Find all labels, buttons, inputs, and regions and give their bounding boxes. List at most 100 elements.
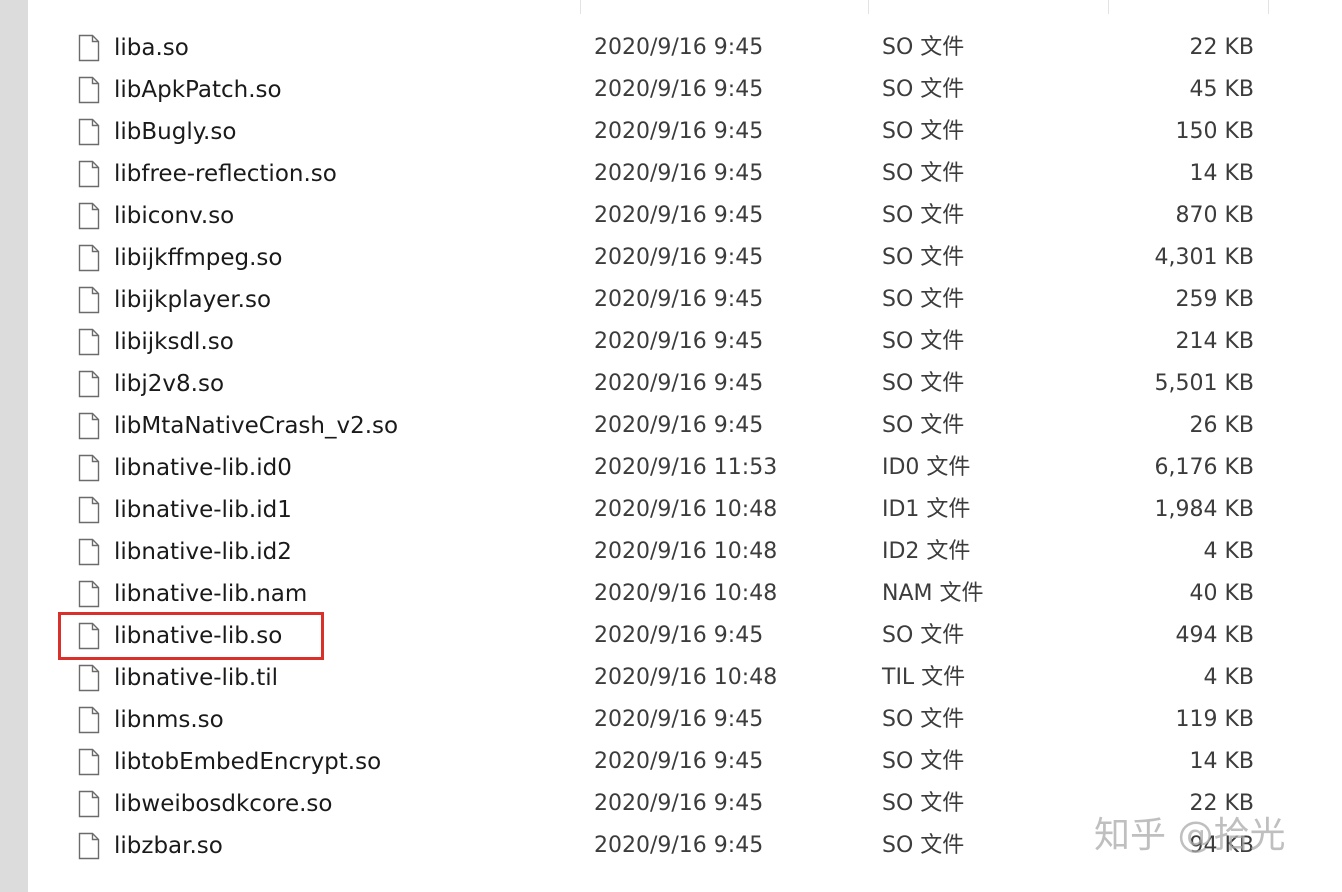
file-name: libnative-lib.til — [114, 665, 279, 691]
file-date-modified: 2020/9/16 9:45 — [594, 833, 764, 858]
file-date-modified: 2020/9/16 9:45 — [594, 413, 764, 438]
file-icon — [78, 580, 100, 608]
file-type: SO 文件 — [882, 35, 965, 60]
file-type: ID1 文件 — [882, 497, 971, 522]
file-name: libnative-lib.id1 — [114, 497, 292, 523]
file-size: 4,301 KB — [1154, 245, 1255, 270]
file-size: 26 KB — [1189, 413, 1254, 438]
file-name: libBugly.so — [114, 119, 237, 145]
file-name: libnative-lib.id0 — [114, 455, 292, 481]
file-list: liba.so 2020/9/16 9:45 SO 文件 22 KB libApkPat… — [28, 28, 1328, 868]
file-type: SO 文件 — [882, 119, 965, 144]
file-date-modified: 2020/9/16 9:45 — [594, 203, 764, 228]
file-type: ID2 文件 — [882, 539, 971, 564]
file-type: SO 文件 — [882, 623, 965, 648]
file-icon — [78, 118, 100, 146]
file-row[interactable]: libnative-lib.id0 2020/9/16 11:53 ID0 文件 6,… — [28, 448, 1328, 490]
file-date-modified: 2020/9/16 9:45 — [594, 749, 764, 774]
column-divider-date[interactable] — [580, 0, 581, 14]
column-divider-end[interactable] — [1268, 0, 1269, 14]
file-row[interactable]: libApkPatch.so 2020/9/16 9:45 SO 文件 45 KB — [28, 70, 1328, 112]
file-name: libijkplayer.so — [114, 287, 272, 313]
file-size: 1,984 KB — [1154, 497, 1255, 522]
file-name: libweibosdkcore.so — [114, 791, 333, 817]
file-name: libiconv.so — [114, 203, 235, 229]
file-icon — [78, 538, 100, 566]
file-row[interactable]: libnms.so 2020/9/16 9:45 SO 文件 119 KB — [28, 700, 1328, 742]
file-name: libnative-lib.nam — [114, 581, 308, 607]
file-date-modified: 2020/9/16 9:45 — [594, 707, 764, 732]
file-icon — [78, 790, 100, 818]
file-size: 22 KB — [1189, 35, 1254, 60]
file-type: SO 文件 — [882, 161, 965, 186]
column-header-bar[interactable] — [28, 0, 1342, 14]
file-date-modified: 2020/9/16 9:45 — [594, 623, 764, 648]
file-icon — [78, 706, 100, 734]
file-name: libApkPatch.so — [114, 77, 282, 103]
file-row[interactable]: libiconv.so 2020/9/16 9:45 SO 文件 870 KB — [28, 196, 1328, 238]
file-row[interactable]: libnative-lib.id2 2020/9/16 10:48 ID2 文件 4 … — [28, 532, 1328, 574]
file-icon — [78, 160, 100, 188]
file-row[interactable]: libnative-lib.id1 2020/9/16 10:48 ID1 文件 1,… — [28, 490, 1328, 532]
file-type: SO 文件 — [882, 833, 965, 858]
file-row[interactable]: libijkffmpeg.so 2020/9/16 9:45 SO 文件 4,301 … — [28, 238, 1328, 280]
file-icon — [78, 202, 100, 230]
file-date-modified: 2020/9/16 10:48 — [594, 665, 778, 690]
file-icon — [78, 76, 100, 104]
file-icon — [78, 832, 100, 860]
file-name: libnms.so — [114, 707, 224, 733]
file-type: SO 文件 — [882, 749, 965, 774]
file-row[interactable]: libMtaNativeCrash_v2.so 2020/9/16 9:45 SO … — [28, 406, 1328, 448]
file-size: 14 KB — [1189, 161, 1254, 186]
file-icon — [78, 34, 100, 62]
file-icon — [78, 454, 100, 482]
file-row[interactable]: libnative-lib.til 2020/9/16 10:48 TIL 文件 4 … — [28, 658, 1328, 700]
file-row[interactable]: libijksdl.so 2020/9/16 9:45 SO 文件 214 KB — [28, 322, 1328, 364]
file-size: 150 KB — [1175, 119, 1254, 144]
file-row[interactable]: liba.so 2020/9/16 9:45 SO 文件 22 KB — [28, 28, 1328, 70]
file-date-modified: 2020/9/16 10:48 — [594, 539, 778, 564]
highlight-annotation-box — [58, 612, 324, 660]
file-icon — [78, 328, 100, 356]
file-name: libijkffmpeg.so — [114, 245, 283, 271]
left-panel-edge — [0, 0, 28, 892]
file-name: libfree-reflection.so — [114, 161, 337, 187]
file-date-modified: 2020/9/16 9:45 — [594, 245, 764, 270]
file-row[interactable]: libijkplayer.so 2020/9/16 9:45 SO 文件 259 KB — [28, 280, 1328, 322]
file-name: libMtaNativeCrash_v2.so — [114, 413, 399, 439]
file-icon — [78, 370, 100, 398]
file-type: NAM 文件 — [882, 581, 984, 606]
file-size: 45 KB — [1189, 77, 1254, 102]
file-size: 214 KB — [1175, 329, 1254, 354]
file-type: ID0 文件 — [882, 455, 971, 480]
file-date-modified: 2020/9/16 9:45 — [594, 119, 764, 144]
file-row[interactable]: libj2v8.so 2020/9/16 9:45 SO 文件 5,501 KB — [28, 364, 1328, 406]
file-name: libnative-lib.id2 — [114, 539, 292, 565]
file-row[interactable]: libBugly.so 2020/9/16 9:45 SO 文件 150 KB — [28, 112, 1328, 154]
file-type: SO 文件 — [882, 413, 965, 438]
file-row[interactable]: libnative-lib.nam 2020/9/16 10:48 NAM 文件 40… — [28, 574, 1328, 616]
file-date-modified: 2020/9/16 11:53 — [594, 455, 778, 480]
file-type: TIL 文件 — [882, 665, 966, 690]
file-name: libtobEmbedEncrypt.so — [114, 749, 382, 775]
file-date-modified: 2020/9/16 9:45 — [594, 35, 764, 60]
column-divider-size[interactable] — [1108, 0, 1109, 14]
file-date-modified: 2020/9/16 9:45 — [594, 287, 764, 312]
file-date-modified: 2020/9/16 9:45 — [594, 161, 764, 186]
file-icon — [78, 748, 100, 776]
file-name: liba.so — [114, 35, 189, 61]
file-date-modified: 2020/9/16 9:45 — [594, 329, 764, 354]
watermark: 知乎 @拾光 — [1094, 815, 1286, 856]
file-size: 40 KB — [1189, 581, 1254, 606]
file-row[interactable]: libfree-reflection.so 2020/9/16 9:45 SO 文件… — [28, 154, 1328, 196]
file-date-modified: 2020/9/16 9:45 — [594, 791, 764, 816]
file-row[interactable]: libtobEmbedEncrypt.so 2020/9/16 9:45 SO 文件… — [28, 742, 1328, 784]
file-size: 494 KB — [1175, 623, 1254, 648]
file-name: libzbar.so — [114, 833, 223, 859]
file-size: 6,176 KB — [1154, 455, 1255, 480]
file-date-modified: 2020/9/16 10:48 — [594, 497, 778, 522]
file-type: SO 文件 — [882, 329, 965, 354]
file-size: 4 KB — [1203, 665, 1254, 690]
file-icon — [78, 496, 100, 524]
column-divider-type[interactable] — [868, 0, 869, 14]
